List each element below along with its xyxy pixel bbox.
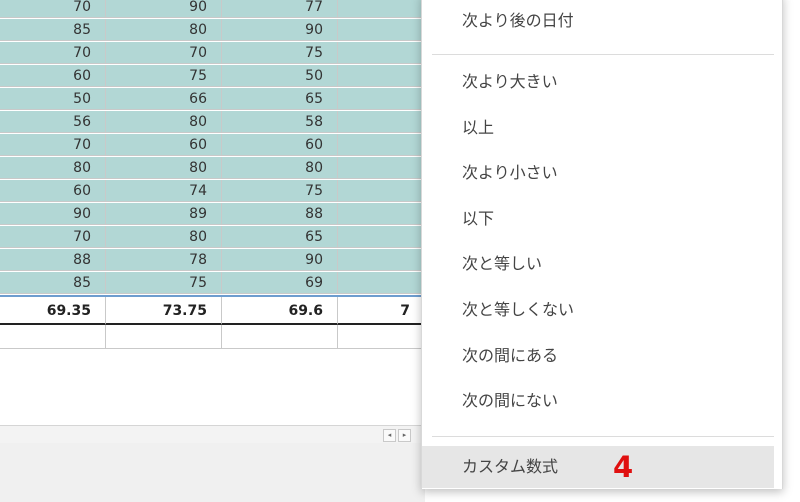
menu-item-condition[interactable]: 以上 [422,107,774,149]
table-row: 70 90 77 [0,0,425,19]
sheet-cell[interactable] [338,65,425,87]
menu-separator [432,54,774,55]
menu-item-condition[interactable]: 次の間にある [422,335,774,377]
sheet-cell[interactable]: 90 [222,19,338,41]
sheet-cell[interactable]: 74 [106,180,222,202]
sheet-cell[interactable]: 75 [222,42,338,64]
sheet-cell[interactable] [222,325,338,349]
sheet-cell[interactable] [338,203,425,225]
sheet-cell[interactable]: 60 [0,65,106,87]
sheet-cell[interactable]: 66 [106,88,222,110]
sheet-cell[interactable]: 60 [222,134,338,156]
sheet-cell[interactable]: 90 [222,249,338,271]
sheet-cell[interactable]: 75 [106,272,222,294]
sheet-cell[interactable]: 80 [0,157,106,179]
condition-dropdown-menu: 次より後の日付 次より大きい 以上 次より小さい 以下 次と等しい 次と等しくない 次の間に… [421,0,783,489]
step-number-annotation: 4 [613,450,634,484]
table-row: 85 75 69 [0,272,425,295]
table-row: 70 70 75 [0,42,425,65]
sheet-cell[interactable]: 88 [0,249,106,271]
average-row: 69.35 73.75 69.6 7 [0,295,425,325]
sheet-cell[interactable]: 80 [106,157,222,179]
sheet-cell[interactable]: 60 [0,180,106,202]
sheet-cell[interactable]: 70 [0,226,106,248]
sheet-cell[interactable] [106,325,222,349]
sheet-cell[interactable]: 60 [106,134,222,156]
scroll-right-icon[interactable]: ▸ [398,429,411,442]
sheet-cell[interactable] [338,180,425,202]
sheet-cell[interactable]: 50 [222,65,338,87]
sheet-cell[interactable] [338,226,425,248]
sheet-cell[interactable]: 80 [106,226,222,248]
sheet-cell[interactable]: 70 [0,134,106,156]
sheet-cell[interactable]: 77 [222,0,338,18]
sheet-cell[interactable]: 70 [106,42,222,64]
table-row: 88 78 90 [0,249,425,272]
sheet-cell[interactable] [338,272,425,294]
sheet-cell[interactable]: 56 [0,111,106,133]
table-row: 80 80 80 [0,157,425,180]
sheet-cell[interactable]: 65 [222,226,338,248]
empty-row [0,325,425,349]
menu-item-condition[interactable]: 次と等しくない [422,289,774,331]
sheet-cell[interactable] [338,19,425,41]
grid-body: 70 90 77 85 80 90 70 70 75 60 75 50 50 66 65 56 80 58 70 60… [0,0,425,349]
sheet-cell[interactable] [338,325,425,349]
sheet-cell[interactable] [338,88,425,110]
menu-item-condition[interactable]: 次より小さい [422,152,774,194]
table-row: 56 80 58 [0,111,425,134]
sheet-cell[interactable]: 58 [222,111,338,133]
sheet-cell[interactable]: 80 [106,19,222,41]
sheet-cell[interactable]: 7 [338,297,425,325]
table-row: 60 74 75 [0,180,425,203]
table-row: 70 60 60 [0,134,425,157]
sheet-cell[interactable] [338,157,425,179]
sheet-cell[interactable]: 75 [222,180,338,202]
sheet-cell[interactable]: 85 [0,272,106,294]
menu-item-date-after[interactable]: 次より後の日付 [422,0,774,42]
sheet-cell[interactable]: 69.35 [0,297,106,325]
sheet-cell[interactable]: 75 [106,65,222,87]
menu-item-condition[interactable]: 次より大きい [422,61,774,103]
menu-separator [432,436,774,437]
table-row: 60 75 50 [0,65,425,88]
sheet-cell[interactable]: 78 [106,249,222,271]
sheet-cell[interactable]: 89 [106,203,222,225]
menu-item-condition[interactable]: 以下 [422,198,774,240]
sheet-cell[interactable]: 73.75 [106,297,222,325]
table-row: 85 80 90 [0,19,425,42]
sheet-cell[interactable] [338,42,425,64]
sheet-cell[interactable]: 69.6 [222,297,338,325]
sheet-cell[interactable]: 50 [0,88,106,110]
sheet-cell[interactable] [338,134,425,156]
sheet-cell[interactable] [0,325,106,349]
sheet-footer [0,443,425,502]
menu-item-condition[interactable]: 次の間にない [422,380,774,422]
menu-item-custom-formula[interactable]: カスタム数式 [422,446,774,488]
table-row: 90 89 88 [0,203,425,226]
sheet-cell[interactable] [338,111,425,133]
menu-item-condition[interactable]: 次と等しい [422,243,774,285]
sheet-cell[interactable]: 85 [0,19,106,41]
horizontal-scrollbar[interactable]: ◂ ▸ [0,425,425,444]
sheet-cell[interactable] [338,0,425,18]
sheet-cell[interactable]: 70 [0,0,106,18]
sheet-cell[interactable]: 90 [0,203,106,225]
table-row: 70 80 65 [0,226,425,249]
sheet-cell[interactable]: 80 [222,157,338,179]
sheet-cell[interactable]: 70 [0,42,106,64]
spreadsheet-grid[interactable]: 70 90 77 85 80 90 70 70 75 60 75 50 50 66 65 56 80 58 70 60… [0,0,425,502]
sheet-cell[interactable]: 80 [106,111,222,133]
table-row: 50 66 65 [0,88,425,111]
scroll-left-icon[interactable]: ◂ [383,429,396,442]
sheet-cell[interactable]: 69 [222,272,338,294]
sheet-cell[interactable]: 65 [222,88,338,110]
sheet-cell[interactable]: 88 [222,203,338,225]
sheet-cell[interactable]: 90 [106,0,222,18]
sheet-cell[interactable] [338,249,425,271]
